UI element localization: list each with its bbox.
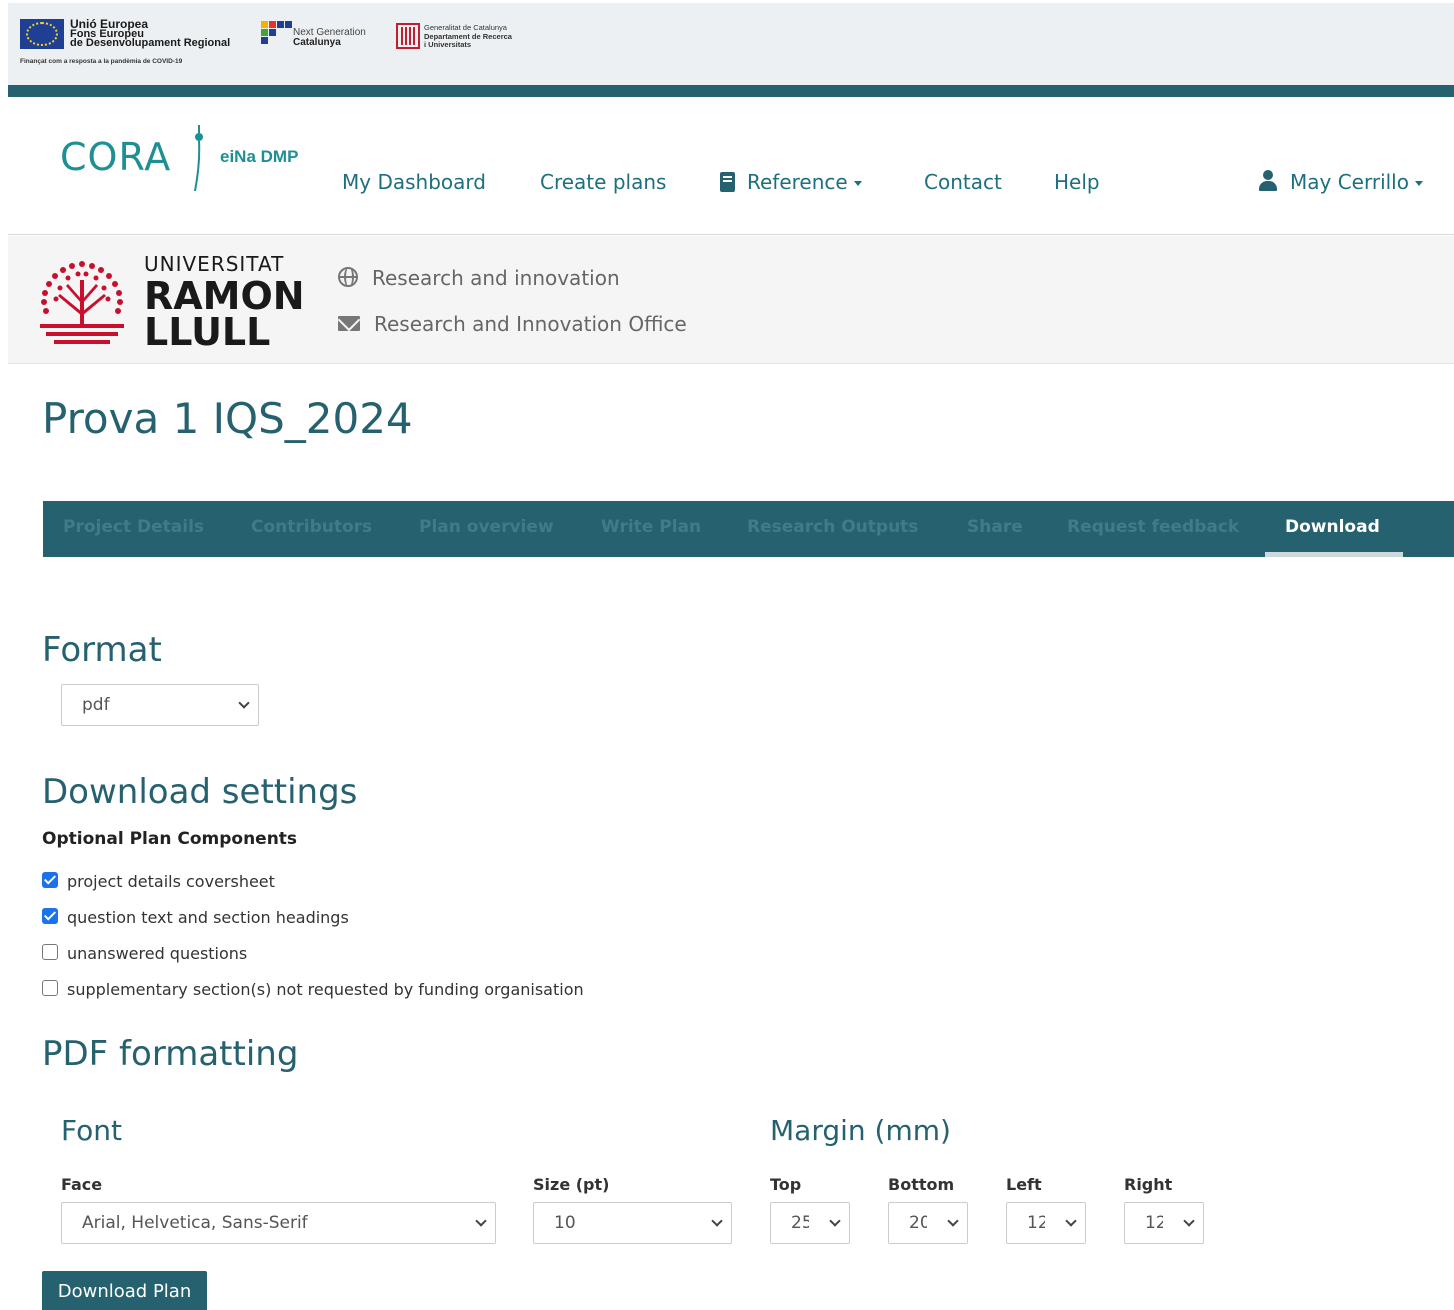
gen-line1: Generalitat de Catalunya bbox=[424, 23, 507, 32]
unanswered-checkbox[interactable] bbox=[42, 944, 58, 960]
caret-down-icon bbox=[853, 181, 862, 186]
coversheet-checkbox[interactable] bbox=[42, 872, 58, 888]
margin-right-label: Right bbox=[1124, 1175, 1173, 1194]
gen-line3: i Universitats bbox=[424, 40, 472, 49]
margin-top-select[interactable]: 25 bbox=[770, 1202, 850, 1244]
margin-bottom-value: 20 bbox=[909, 1213, 927, 1233]
nav-help[interactable]: Help bbox=[1054, 170, 1100, 194]
optional-components-heading: Optional Plan Components bbox=[42, 829, 298, 849]
margin-left-value: 12 bbox=[1027, 1213, 1045, 1233]
next-generation-mark-icon bbox=[261, 21, 292, 49]
eu-funding-note: Finançat com a resposta a la pandèmia de… bbox=[20, 58, 183, 65]
user-menu-dropdown[interactable]: May Cerrillo bbox=[1258, 170, 1423, 194]
page-title: Prova 1 IQS_2024 bbox=[42, 394, 413, 443]
university-name-line3: LLULL bbox=[144, 310, 271, 354]
option-supplementary[interactable]: supplementary section(s) not requested b… bbox=[42, 980, 584, 999]
tab-write-plan[interactable]: Write Plan bbox=[601, 517, 701, 537]
user-name: May Cerrillo bbox=[1290, 170, 1409, 194]
org-website-label: Research and innovation bbox=[372, 266, 620, 290]
org-email-link[interactable]: Research and Innovation Office bbox=[338, 312, 687, 336]
option-question-text-label: question text and section headings bbox=[67, 908, 349, 927]
chevron-down-icon bbox=[1183, 1215, 1195, 1227]
plan-tabs: Project Details Contributors Plan overvi… bbox=[43, 501, 1454, 557]
organisation-bar: UNIVERSITAT RAMON LLULL Research and inn… bbox=[8, 236, 1454, 364]
nav-my-dashboard-label: My Dashboard bbox=[342, 170, 486, 194]
nav-help-label: Help bbox=[1054, 170, 1100, 194]
format-heading: Format bbox=[42, 630, 162, 670]
margin-left-select[interactable]: 12 bbox=[1006, 1202, 1086, 1244]
ng-line2: Catalunya bbox=[293, 37, 341, 48]
font-face-value: Arial, Helvetica, Sans-Serif bbox=[82, 1213, 308, 1233]
tab-research-outputs[interactable]: Research Outputs bbox=[747, 517, 918, 537]
margin-right-select[interactable]: 12 bbox=[1124, 1202, 1204, 1244]
university-name-line1: UNIVERSITAT bbox=[144, 252, 285, 276]
product-name: eiNa DMP bbox=[220, 147, 299, 166]
nav-contact-label: Contact bbox=[924, 170, 1002, 194]
margin-left-label: Left bbox=[1006, 1175, 1042, 1194]
supplementary-checkbox[interactable] bbox=[42, 980, 58, 996]
tab-plan-overview[interactable]: Plan overview bbox=[419, 517, 554, 537]
tab-contributors[interactable]: Contributors bbox=[251, 517, 372, 537]
margin-right-value: 12 bbox=[1145, 1213, 1163, 1233]
option-coversheet-label: project details coversheet bbox=[67, 872, 275, 891]
margin-top-label: Top bbox=[770, 1175, 802, 1194]
font-size-select[interactable]: 10 bbox=[533, 1202, 732, 1244]
option-unanswered-label: unanswered questions bbox=[67, 944, 248, 963]
generalitat-mark-icon bbox=[396, 23, 420, 49]
option-question-text[interactable]: question text and section headings bbox=[42, 908, 349, 927]
tab-project-details[interactable]: Project Details bbox=[63, 517, 204, 537]
header-divider-bar bbox=[8, 85, 1454, 97]
globe-icon bbox=[338, 267, 358, 287]
format-select[interactable]: pdf bbox=[61, 684, 259, 726]
margin-top-value: 25 bbox=[791, 1213, 809, 1233]
nav-create-plans[interactable]: Create plans bbox=[540, 170, 666, 194]
tab-share[interactable]: Share bbox=[967, 517, 1023, 537]
tab-request-feedback[interactable]: Request feedback bbox=[1067, 517, 1239, 537]
chevron-down-icon bbox=[238, 697, 250, 709]
margin-bottom-select[interactable]: 20 bbox=[888, 1202, 968, 1244]
eu-flag-icon bbox=[20, 19, 64, 49]
pdf-formatting-heading: PDF formatting bbox=[42, 1034, 299, 1074]
option-supplementary-label: supplementary section(s) not requested b… bbox=[67, 980, 584, 999]
font-size-value: 10 bbox=[554, 1213, 576, 1233]
size-label: Size (pt) bbox=[533, 1175, 610, 1194]
chevron-down-icon bbox=[711, 1215, 723, 1227]
option-unanswered[interactable]: unanswered questions bbox=[42, 944, 247, 963]
org-email-label: Research and Innovation Office bbox=[374, 312, 687, 336]
question-text-checkbox[interactable] bbox=[42, 908, 58, 924]
chevron-down-icon bbox=[1065, 1215, 1077, 1227]
download-plan-button[interactable]: Download Plan bbox=[42, 1271, 207, 1310]
font-heading: Font bbox=[61, 1114, 122, 1147]
funding-banner: Unió Europea Fons Europeu de Desenvolupa… bbox=[8, 3, 1454, 85]
book-icon bbox=[720, 172, 735, 192]
eu-fund-line2: de Desenvolupament Regional bbox=[70, 37, 231, 49]
nav-my-dashboard[interactable]: My Dashboard bbox=[342, 170, 486, 194]
chevron-down-icon bbox=[947, 1215, 959, 1227]
caret-down-icon bbox=[1414, 181, 1423, 186]
cora-logo[interactable]: CORA bbox=[60, 135, 171, 179]
nav-contact[interactable]: Contact bbox=[924, 170, 1002, 194]
chevron-down-icon bbox=[829, 1215, 841, 1227]
envelope-icon bbox=[338, 316, 360, 331]
user-icon bbox=[1258, 170, 1278, 192]
active-tab-indicator bbox=[1265, 552, 1403, 557]
top-navigation: CORA eiNa DMP My Dashboard Create plans … bbox=[8, 97, 1454, 235]
format-select-value: pdf bbox=[82, 695, 110, 715]
tab-download[interactable]: Download bbox=[1285, 517, 1380, 537]
org-website-link[interactable]: Research and innovation bbox=[338, 266, 620, 290]
nav-create-plans-label: Create plans bbox=[540, 170, 667, 194]
chevron-down-icon bbox=[475, 1215, 487, 1227]
university-tree-logo-icon bbox=[40, 261, 124, 344]
margin-bottom-label: Bottom bbox=[888, 1175, 955, 1194]
option-coversheet[interactable]: project details coversheet bbox=[42, 872, 275, 891]
nav-reference-label: Reference bbox=[747, 170, 848, 194]
margin-heading: Margin (mm) bbox=[770, 1114, 951, 1147]
download-settings-heading: Download settings bbox=[42, 772, 358, 812]
font-face-select[interactable]: Arial, Helvetica, Sans-Serif bbox=[61, 1202, 496, 1244]
cora-logo-stem-icon bbox=[194, 125, 203, 191]
face-label: Face bbox=[61, 1175, 103, 1194]
nav-reference-dropdown[interactable]: Reference bbox=[720, 170, 862, 194]
